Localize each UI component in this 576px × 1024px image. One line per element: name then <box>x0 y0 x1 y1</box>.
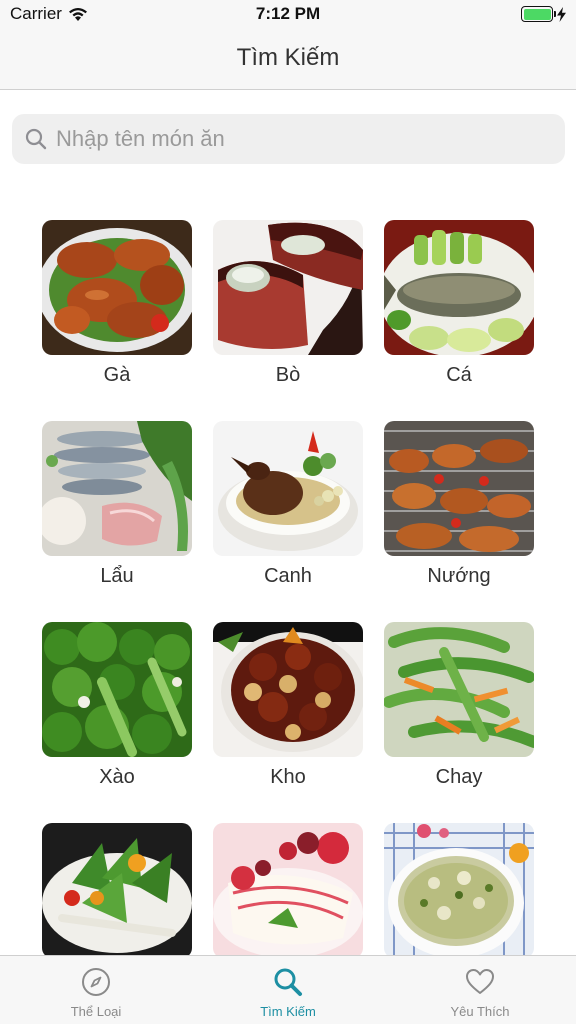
clock: 7:12 PM <box>255 4 321 23</box>
category-item-lau[interactable]: Lẩu <box>42 421 192 593</box>
grill-image <box>384 421 534 556</box>
charging-bolt-icon <box>557 6 566 22</box>
search-input[interactable] <box>56 126 536 152</box>
dessert-image <box>213 823 363 958</box>
category-label: Xào <box>99 766 135 788</box>
tab-tim-kiem[interactable]: Tìm Kiếm <box>192 956 384 1024</box>
stirfry-image <box>42 622 192 757</box>
page-title: Tìm Kiếm <box>236 44 340 71</box>
category-label: Gà <box>103 364 131 386</box>
search-bar[interactable] <box>12 114 565 164</box>
tab-yeu-thich[interactable]: Yêu Thích <box>384 956 576 1024</box>
category-label: Bò <box>275 364 301 386</box>
category-item-kho[interactable]: Kho <box>213 622 363 794</box>
fish-image <box>384 220 534 355</box>
tab-label: Thể Loại <box>70 1004 122 1019</box>
category-label: Lẩu <box>100 565 134 587</box>
tab-the-loai[interactable]: Thể Loại <box>0 956 192 1024</box>
status-bar: Carrier 7:12 PM <box>0 0 576 40</box>
heart-icon <box>466 969 494 994</box>
category-item-ca[interactable]: Cá <box>384 220 534 392</box>
category-label: Canh <box>264 565 312 587</box>
tab-label: Tìm Kiếm <box>260 1004 316 1019</box>
search-icon <box>274 968 302 996</box>
porridge-image <box>384 823 534 958</box>
category-label: Chay <box>435 766 483 788</box>
chicken-image <box>42 220 192 355</box>
category-item-xao[interactable]: Xào <box>42 622 192 794</box>
search-icon <box>25 128 47 150</box>
soup-image <box>213 421 363 556</box>
category-item-canh[interactable]: Canh <box>213 421 363 593</box>
vegetarian-image <box>384 622 534 757</box>
category-item-ga[interactable]: Gà <box>42 220 192 392</box>
tab-label: Yêu Thích <box>450 1004 510 1019</box>
beef-image <box>213 220 363 355</box>
category-item-bo[interactable]: Bò <box>213 220 363 392</box>
compass-icon <box>82 968 110 996</box>
salad-image <box>42 823 192 958</box>
hotpot-image <box>42 421 192 556</box>
tab-bar: Thể Loại Tìm Kiếm Yêu Thích <box>0 955 576 1024</box>
category-item-nuong[interactable]: Nướng <box>384 421 534 593</box>
battery-indicator <box>521 6 566 22</box>
navigation-bar: Tìm Kiếm <box>0 40 576 90</box>
battery-icon <box>521 6 556 22</box>
category-label: Cá <box>446 364 472 386</box>
category-item-chay[interactable]: Chay <box>384 622 534 794</box>
category-label: Nướng <box>427 565 491 587</box>
braised-image <box>213 622 363 757</box>
category-label: Kho <box>270 766 306 788</box>
